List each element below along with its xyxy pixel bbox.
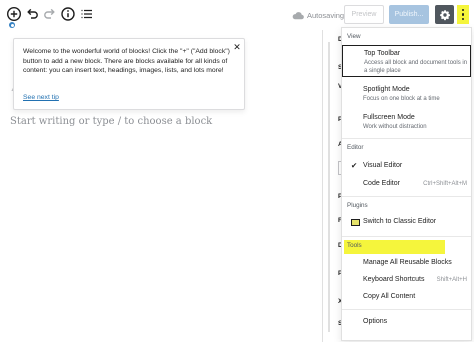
welcome-tip-popover: Welcome to the wonderful world of blocks… <box>13 38 245 110</box>
menu-separator <box>342 309 471 310</box>
more-tools-menu: View Top Toolbar Access all block and do… <box>341 27 472 341</box>
tip-text: Welcome to the wonderful world of blocks… <box>23 48 230 75</box>
list-view-icon[interactable] <box>79 6 95 22</box>
menu-item-fullscreen-mode[interactable]: Fullscreen Mode Work without distraction <box>342 114 471 134</box>
menu-item-manage-reusable-blocks[interactable]: Manage All Reusable Blocks <box>342 259 471 271</box>
menu-item-shortcut: Shift+Alt+H <box>436 276 467 283</box>
sidebar-scrollbar[interactable] <box>328 42 330 332</box>
see-next-tip-link[interactable]: See next tip <box>23 94 59 101</box>
info-icon[interactable] <box>60 6 76 22</box>
menu-item-label: Options <box>363 318 388 325</box>
plus-circle-icon[interactable] <box>6 6 22 22</box>
more-menu-button[interactable] <box>457 5 469 24</box>
editor-top-toolbar: Autosaving Preview Publish... <box>0 0 474 30</box>
menu-item-label: Visual Editor <box>363 162 403 169</box>
menu-item-switch-to-classic-editor[interactable]: Switch to Classic Editor <box>342 218 471 230</box>
menu-item-options[interactable]: Options <box>342 318 471 330</box>
menu-group-title-tools: Tools <box>347 242 362 249</box>
more-vertical-icon <box>461 8 465 12</box>
menu-separator <box>342 236 471 237</box>
menu-item-description: Work without distraction <box>363 124 427 130</box>
save-status-text: Autosaving <box>307 10 345 20</box>
cloud-icon <box>292 11 304 19</box>
check-icon: ✔ <box>351 161 358 170</box>
menu-item-copy-all-content[interactable]: Copy All Content <box>342 293 471 305</box>
menu-separator <box>342 138 471 139</box>
preview-button[interactable]: Preview <box>344 5 384 24</box>
menu-item-code-editor[interactable]: Code Editor Ctrl+Shift+Alt+M <box>342 180 471 192</box>
menu-item-description: Focus on one block at a time <box>363 96 440 102</box>
save-status: Autosaving <box>292 9 344 21</box>
menu-group-title-editor: Editor <box>347 144 364 151</box>
menu-item-label: Fullscreen Mode <box>363 114 415 121</box>
menu-separator <box>342 196 471 197</box>
menu-item-description: Access all block and document tools in a… <box>364 60 468 74</box>
publish-button[interactable]: Publish... <box>389 5 429 24</box>
menu-item-label: Copy All Content <box>363 293 416 300</box>
menu-item-label: Switch to Classic Editor <box>363 218 437 225</box>
menu-item-label: Manage All Reusable Blocks <box>363 259 452 266</box>
menu-group-title-view: View <box>347 33 361 40</box>
menu-item-label: Spotlight Mode <box>363 86 410 93</box>
menu-item-label: Keyboard Shortcuts <box>363 276 425 283</box>
classic-editor-icon <box>351 219 360 226</box>
undo-icon[interactable] <box>24 6 40 22</box>
gear-icon <box>439 9 450 20</box>
menu-item-label: Top Toolbar <box>364 50 401 57</box>
settings-button[interactable] <box>435 5 454 24</box>
menu-item-visual-editor[interactable]: ✔ Visual Editor <box>342 161 471 174</box>
menu-group-title-plugins: Plugins <box>347 202 368 209</box>
block-insertion-point[interactable] <box>9 22 15 28</box>
menu-item-shortcut: Ctrl+Shift+Alt+M <box>423 180 467 187</box>
menu-item-spotlight-mode[interactable]: Spotlight Mode Focus on one block at a t… <box>342 86 471 106</box>
menu-item-label: Code Editor <box>363 180 400 187</box>
redo-icon[interactable] <box>42 6 58 22</box>
close-icon[interactable]: ✕ <box>232 42 242 52</box>
menu-item-keyboard-shortcuts[interactable]: Keyboard Shortcuts Shift+Alt+H <box>342 276 471 288</box>
block-placeholder[interactable]: Start writing or type / to choose a bloc… <box>10 116 212 127</box>
menu-item-top-toolbar[interactable]: Top Toolbar Access all block and documen… <box>342 45 471 77</box>
